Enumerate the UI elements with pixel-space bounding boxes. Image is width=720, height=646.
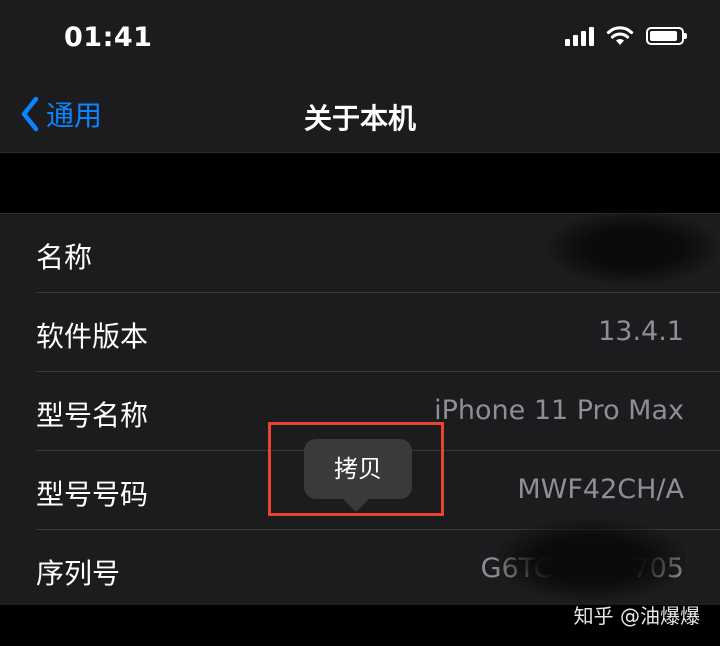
row-label: 序列号 bbox=[36, 557, 121, 590]
redaction-blur-name bbox=[548, 212, 718, 284]
watermark: 知乎 @油爆爆 bbox=[573, 604, 700, 628]
highlight-box bbox=[268, 422, 444, 516]
battery-fill bbox=[650, 31, 677, 41]
redaction-blur-serial bbox=[496, 520, 686, 600]
status-bar: 01:41 bbox=[0, 0, 720, 76]
row-value: iPhone 11 Pro Max bbox=[434, 395, 684, 426]
cellular-signal-icon bbox=[565, 26, 594, 46]
row-value: 13.4.1 bbox=[598, 316, 684, 347]
page-title: 关于本机 bbox=[303, 102, 416, 135]
row-label: 型号号码 bbox=[36, 478, 149, 511]
row-label: 名称 bbox=[36, 241, 93, 274]
row-label: 型号名称 bbox=[36, 399, 149, 432]
section-gap bbox=[0, 153, 720, 213]
navigation-bar: 通用 关于本机 bbox=[0, 76, 720, 153]
row-value: MWF42CH/A bbox=[517, 474, 684, 505]
status-icons bbox=[565, 26, 687, 46]
status-time: 01:41 bbox=[64, 22, 153, 53]
battery-icon bbox=[646, 27, 687, 45]
row-label: 软件版本 bbox=[36, 320, 149, 353]
wifi-icon bbox=[606, 26, 634, 45]
row-software-version[interactable]: 软件版本 13.4.1 bbox=[36, 293, 720, 372]
